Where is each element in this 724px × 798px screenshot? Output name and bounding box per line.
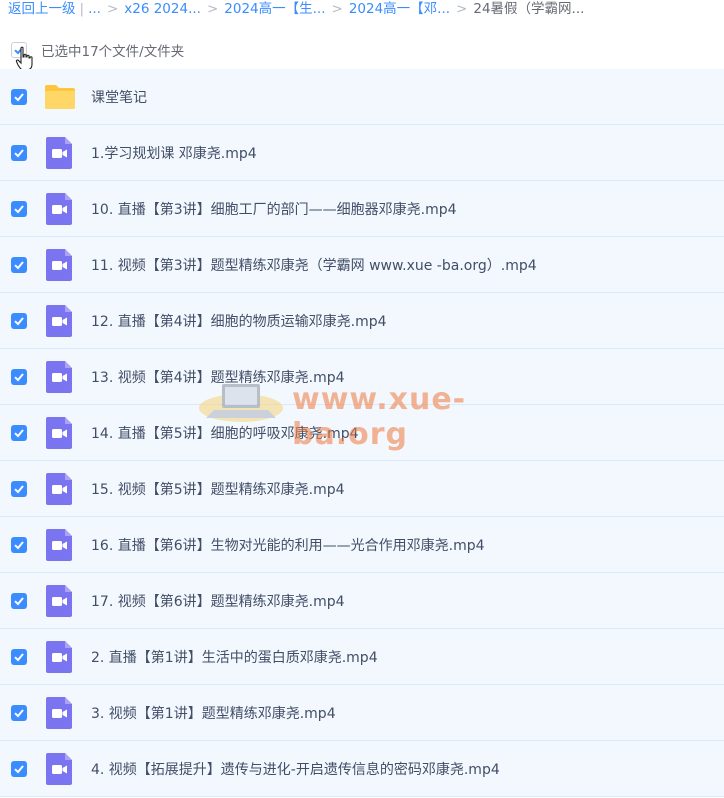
file-name[interactable]: 13. 视频【第4讲】题型精练邓康尧.mp4 <box>91 367 345 387</box>
back-link[interactable]: 返回上一级 <box>8 1 76 17</box>
file-name[interactable]: 17. 视频【第6讲】题型精练邓康尧.mp4 <box>91 591 345 611</box>
check-icon <box>14 93 24 102</box>
row-checkbox[interactable] <box>11 649 27 665</box>
row-checkbox[interactable] <box>11 761 27 777</box>
file-name[interactable]: 15. 视频【第5讲】题型精练邓康尧.mp4 <box>91 479 345 499</box>
check-icon <box>14 317 24 326</box>
check-icon <box>14 709 24 718</box>
row-checkbox[interactable] <box>11 425 27 441</box>
folder-icon <box>45 85 75 109</box>
file-name[interactable]: 课堂笔记 <box>91 87 147 107</box>
file-name[interactable]: 3. 视频【第1讲】题型精练邓康尧.mp4 <box>91 703 336 723</box>
video-file-icon <box>46 753 72 785</box>
breadcrumb-current: 24暑假（学霸网... <box>473 1 585 17</box>
video-file-icon <box>46 585 72 617</box>
selection-count-label: 已选中17个文件/文件夹 <box>41 44 185 60</box>
file-name[interactable]: 12. 直播【第4讲】细胞的物质运输邓康尧.mp4 <box>91 311 387 331</box>
breadcrumb-item[interactable]: 2024高一【邓... <box>349 1 450 17</box>
video-file-icon <box>46 193 72 225</box>
file-row[interactable]: 11. 视频【第3讲】题型精练邓康尧（学霸网 www.xue -ba.org）.… <box>0 237 724 293</box>
breadcrumb-item[interactable]: 2024高一【生... <box>224 1 325 17</box>
file-row[interactable]: 13. 视频【第4讲】题型精练邓康尧.mp4 <box>0 349 724 405</box>
video-file-icon <box>46 473 72 505</box>
divider: | <box>79 1 85 17</box>
folder-row[interactable]: 课堂笔记 <box>0 69 724 125</box>
chevron-right-icon: > <box>206 1 219 17</box>
file-name[interactable]: 2. 直播【第1讲】生活中的蛋白质邓康尧.mp4 <box>91 647 378 667</box>
row-checkbox[interactable] <box>11 537 27 553</box>
selection-bar: 已选中17个文件/文件夹 <box>0 34 724 66</box>
file-row[interactable]: 2. 直播【第1讲】生活中的蛋白质邓康尧.mp4 <box>0 629 724 685</box>
row-checkbox[interactable] <box>11 593 27 609</box>
check-icon <box>14 541 24 550</box>
check-icon <box>14 429 24 438</box>
file-row[interactable]: 10. 直播【第3讲】细胞工厂的部门——细胞器邓康尧.mp4 <box>0 181 724 237</box>
video-file-icon <box>46 641 72 673</box>
video-file-icon <box>46 361 72 393</box>
video-file-icon <box>46 249 72 281</box>
breadcrumb-item[interactable]: x26 2024... <box>124 1 201 17</box>
row-checkbox[interactable] <box>11 481 27 497</box>
video-file-icon <box>46 417 72 449</box>
check-icon <box>14 597 24 606</box>
chevron-right-icon: > <box>456 1 468 17</box>
check-icon <box>14 373 24 382</box>
video-file-icon <box>46 137 72 169</box>
file-row[interactable]: 15. 视频【第5讲】题型精练邓康尧.mp4 <box>0 461 724 517</box>
row-checkbox[interactable] <box>11 313 27 329</box>
file-name[interactable]: 14. 直播【第5讲】细胞的呼吸邓康尧.mp4 <box>91 423 359 443</box>
row-checkbox[interactable] <box>11 705 27 721</box>
file-name[interactable]: 16. 直播【第6讲】生物对光能的利用——光合作用邓康尧.mp4 <box>91 535 485 555</box>
breadcrumb: 返回上一级 |... > x26 2024... >2024高一【生... >2024高一… <box>8 0 724 22</box>
file-row[interactable]: 16. 直播【第6讲】生物对光能的利用——光合作用邓康尧.mp4 <box>0 517 724 573</box>
check-icon <box>14 653 24 662</box>
video-file-icon <box>46 529 72 561</box>
file-name[interactable]: 11. 视频【第3讲】题型精练邓康尧（学霸网 www.xue -ba.org）.… <box>91 255 537 275</box>
chevron-right-icon: > <box>331 1 343 17</box>
file-row[interactable]: 14. 直播【第5讲】细胞的呼吸邓康尧.mp4 <box>0 405 724 461</box>
video-file-icon <box>46 305 72 337</box>
breadcrumb-ellipsis[interactable]: ... <box>88 1 101 17</box>
row-checkbox[interactable] <box>11 201 27 217</box>
check-icon <box>14 205 24 214</box>
row-checkbox[interactable] <box>11 89 27 105</box>
check-icon <box>14 765 24 774</box>
file-list: 课堂笔记 1.学习规划课 邓康尧.mp4 10. 直播【第3讲】细胞工厂的部门——细… <box>0 69 724 797</box>
chevron-right-icon: > <box>106 1 119 17</box>
file-row[interactable]: 1.学习规划课 邓康尧.mp4 <box>0 125 724 181</box>
row-checkbox[interactable] <box>11 369 27 385</box>
file-row[interactable]: 4. 视频【拓展提升】遗传与进化-开启遗传信息的密码邓康尧.mp4 <box>0 741 724 797</box>
check-icon <box>14 261 24 270</box>
check-icon <box>14 485 24 494</box>
row-checkbox[interactable] <box>11 257 27 273</box>
file-row[interactable]: 3. 视频【第1讲】题型精练邓康尧.mp4 <box>0 685 724 741</box>
file-name[interactable]: 4. 视频【拓展提升】遗传与进化-开启遗传信息的密码邓康尧.mp4 <box>91 759 500 779</box>
check-icon <box>14 149 24 158</box>
file-row[interactable]: 17. 视频【第6讲】题型精练邓康尧.mp4 <box>0 573 724 629</box>
video-file-icon <box>46 697 72 729</box>
file-name[interactable]: 10. 直播【第3讲】细胞工厂的部门——细胞器邓康尧.mp4 <box>91 199 457 219</box>
file-name[interactable]: 1.学习规划课 邓康尧.mp4 <box>91 143 257 163</box>
row-checkbox[interactable] <box>11 145 27 161</box>
file-row[interactable]: 12. 直播【第4讲】细胞的物质运输邓康尧.mp4 <box>0 293 724 349</box>
